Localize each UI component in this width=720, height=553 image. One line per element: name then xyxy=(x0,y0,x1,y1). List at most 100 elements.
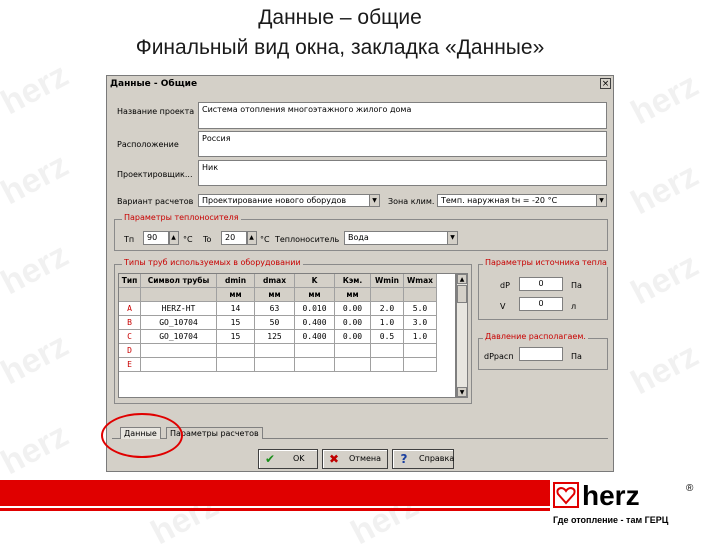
cancel-button-label: Отмена xyxy=(349,454,382,463)
column-header[interactable]: Wmin xyxy=(371,274,404,288)
table-cell[interactable]: 15 xyxy=(217,316,255,330)
table-cell[interactable] xyxy=(141,344,217,358)
scroll-up-icon[interactable]: ▲ xyxy=(457,274,467,284)
to-spinner[interactable]: ▲ xyxy=(247,231,257,245)
column-unit xyxy=(119,288,141,302)
table-cell[interactable] xyxy=(295,358,335,372)
table-cell[interactable] xyxy=(335,344,371,358)
table-cell[interactable] xyxy=(255,344,295,358)
column-header[interactable]: Wmax xyxy=(404,274,437,288)
tp-input[interactable]: 90 xyxy=(143,231,169,245)
column-header[interactable]: dmax xyxy=(255,274,295,288)
column-unit xyxy=(404,288,437,302)
table-cell[interactable]: 0.00 xyxy=(335,316,371,330)
table-cell[interactable]: 1.0 xyxy=(371,316,404,330)
help-button[interactable]: ? Справка xyxy=(392,449,454,469)
watermark-text: herz xyxy=(0,235,75,303)
project-name-label: Название проекта xyxy=(117,107,195,116)
help-icon: ? xyxy=(400,452,408,466)
medium-value: Вода xyxy=(348,233,369,242)
ok-button-label: OK xyxy=(293,454,305,463)
dp-available-input[interactable] xyxy=(519,347,563,361)
column-header[interactable]: K xyxy=(295,274,335,288)
project-name-input[interactable]: Система отопления многоэтажного жилого д… xyxy=(198,102,607,129)
scroll-down-icon[interactable]: ▼ xyxy=(457,387,467,397)
registered-mark: ® xyxy=(686,483,694,494)
table-cell[interactable] xyxy=(217,358,255,372)
calc-variant-select[interactable]: Проектирование нового оборудов ▼ xyxy=(198,194,380,207)
footer-red-stripe xyxy=(0,508,550,511)
table-cell[interactable]: 2.0 xyxy=(371,302,404,316)
table-cell[interactable] xyxy=(371,358,404,372)
column-unit xyxy=(371,288,404,302)
watermark-text: herz xyxy=(624,65,705,133)
column-header[interactable]: Кэм. xyxy=(335,274,371,288)
column-header[interactable]: Тип xyxy=(119,274,141,288)
v-input[interactable]: 0 xyxy=(519,297,563,311)
table-cell[interactable]: 0.00 xyxy=(335,330,371,344)
spin-arrows-icon[interactable]: ▲ xyxy=(170,232,178,244)
column-header[interactable]: dmin xyxy=(217,274,255,288)
location-input[interactable]: Россия xyxy=(198,131,607,157)
dp-available-label: dPрасп xyxy=(484,352,514,361)
ok-button[interactable]: ✔ OK xyxy=(258,449,318,469)
designer-input[interactable]: Ник xyxy=(198,160,607,186)
table-cell[interactable] xyxy=(217,344,255,358)
table-cell[interactable]: 63 xyxy=(255,302,295,316)
watermark-text: herz xyxy=(0,145,75,213)
column-unit: мм xyxy=(335,288,371,302)
pipes-table-scrollbar[interactable]: ▲ ▼ xyxy=(456,273,468,398)
table-cell[interactable] xyxy=(255,358,295,372)
table-cell[interactable]: 0.400 xyxy=(295,330,335,344)
column-unit: мм xyxy=(295,288,335,302)
chevron-down-icon[interactable]: ▼ xyxy=(369,195,379,206)
column-unit xyxy=(141,288,217,302)
climate-zone-label: Зона клим. xyxy=(388,197,435,206)
medium-select[interactable]: Вода ▼ xyxy=(344,231,458,245)
v-unit: л xyxy=(571,302,577,311)
watermark-text: herz xyxy=(624,335,705,403)
table-cell[interactable]: 0.00 xyxy=(335,302,371,316)
close-icon[interactable]: × xyxy=(600,78,611,89)
cancel-button[interactable]: ✖ Отмена xyxy=(322,449,388,469)
table-cell[interactable] xyxy=(295,344,335,358)
table-cell[interactable]: 0.400 xyxy=(295,316,335,330)
table-cell[interactable] xyxy=(141,358,217,372)
dp-available-unit: Па xyxy=(571,352,582,361)
heat-source-group-title: Параметры источника тепла xyxy=(483,258,609,267)
table-cell[interactable]: 125 xyxy=(255,330,295,344)
scroll-thumb[interactable] xyxy=(457,285,467,303)
table-cell[interactable]: HERZ-HT xyxy=(141,302,217,316)
tp-spinner[interactable]: ▲ xyxy=(169,231,179,245)
table-cell[interactable]: 5.0 xyxy=(404,302,437,316)
table-cell[interactable]: 1.0 xyxy=(404,330,437,344)
pipes-table[interactable]: Тип Символ трубы dmin dmax K Кэм. Wmin Wmax мм мм… xyxy=(118,273,456,398)
table-cell[interactable] xyxy=(335,358,371,372)
table-cell[interactable] xyxy=(404,344,437,358)
row-type-label: C xyxy=(119,330,141,344)
tp-label: Tп xyxy=(124,235,135,244)
table-cell[interactable]: 0.5 xyxy=(371,330,404,344)
table-cell[interactable] xyxy=(371,344,404,358)
spin-arrows-icon[interactable]: ▲ xyxy=(248,232,256,244)
table-cell[interactable] xyxy=(404,358,437,372)
herz-logo-mark: herz ® xyxy=(553,480,694,511)
designer-label: Проектировщик... xyxy=(117,170,193,179)
column-header[interactable]: Символ трубы xyxy=(141,274,217,288)
table-cell[interactable]: GO_10704 xyxy=(141,330,217,344)
table-cell[interactable]: 3.0 xyxy=(404,316,437,330)
checkmark-icon: ✔ xyxy=(264,452,276,466)
slide-title-line1: Данные – общие xyxy=(258,6,422,29)
climate-zone-select[interactable]: Темп. наружная tн = -20 °С ▼ xyxy=(437,194,607,207)
dp-input[interactable]: 0 xyxy=(519,277,563,291)
chevron-down-icon[interactable]: ▼ xyxy=(596,195,606,206)
table-cell[interactable]: GO_10704 xyxy=(141,316,217,330)
table-cell[interactable]: 14 xyxy=(217,302,255,316)
watermark-text: herz xyxy=(624,245,705,313)
to-input[interactable]: 20 xyxy=(221,231,247,245)
table-cell[interactable]: 15 xyxy=(217,330,255,344)
table-cell[interactable]: 50 xyxy=(255,316,295,330)
chevron-down-icon[interactable]: ▼ xyxy=(447,232,457,244)
table-cell[interactable]: 0.010 xyxy=(295,302,335,316)
watermark-text: herz xyxy=(624,155,705,223)
